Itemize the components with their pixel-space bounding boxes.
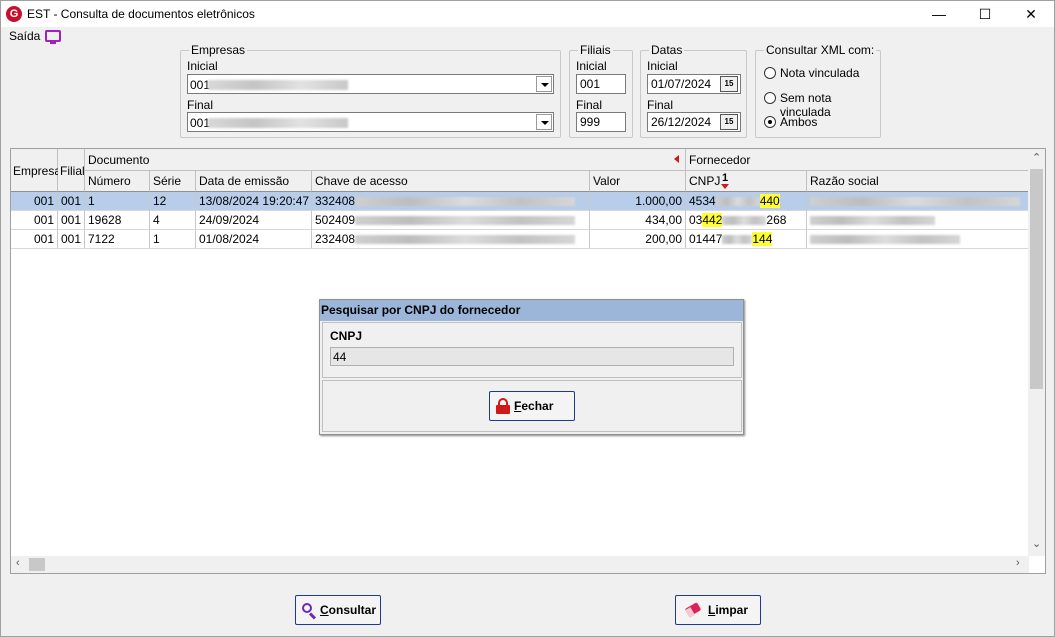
redacted-text [722, 235, 753, 245]
col-header-valor[interactable]: Valor [590, 171, 686, 192]
data-final-input[interactable]: 26/12/2024 15 [647, 112, 741, 132]
empresas-legend: Empresas [189, 43, 248, 57]
menu-bar: Saída [1, 27, 1054, 45]
chevron-down-icon[interactable] [536, 114, 552, 130]
redacted-text [810, 216, 935, 226]
vertical-scroll-thumb[interactable] [1030, 169, 1043, 389]
redacted-text [715, 197, 760, 207]
filiais-final-label: Final [576, 98, 603, 112]
sort-order-label: 1 [722, 172, 729, 184]
eraser-icon [684, 602, 702, 618]
filiais-final-input[interactable]: 999 [576, 112, 626, 132]
col-header-filial[interactable]: Filial [58, 149, 85, 192]
window-title: EST - Consulta de documentos eletrônicos [27, 7, 255, 21]
table-row[interactable]: 001 001 1 12 13/08/2024 19:20:47 332408 … [11, 192, 1029, 211]
cnpj-search-dialog: Pesquisar por CNPJ do fornecedor CNPJ 44… [319, 299, 744, 435]
cnpj-label: CNPJ [330, 329, 363, 343]
col-header-numero[interactable]: Número [85, 171, 150, 192]
dialog-title: Pesquisar por CNPJ do fornecedor [320, 300, 743, 321]
redacted-text [208, 118, 348, 128]
group-header-fornecedor: Fornecedor [686, 149, 1029, 171]
group-header-documento: Documento [85, 149, 686, 171]
empresas-final-label: Final [187, 98, 214, 112]
minimize-button[interactable]: — [916, 1, 962, 27]
empresas-inicial-label: Inicial [187, 59, 218, 73]
radio-ambos-label[interactable]: Ambos [780, 115, 817, 129]
xml-legend: Consultar XML com: [764, 43, 877, 57]
app-logo-icon: G [6, 6, 22, 22]
scroll-left-icon[interactable]: ‹ [16, 557, 20, 569]
redacted-text [355, 216, 576, 226]
datas-inicial-label: Inicial [647, 59, 678, 73]
menu-saida[interactable]: Saída [9, 29, 40, 43]
limpar-button[interactable]: Limpar [675, 595, 761, 625]
filiais-group: Filiais Inicial 001 Final 999 [569, 43, 633, 138]
redacted-text [208, 80, 348, 90]
vertical-scrollbar[interactable]: ⌃ ⌄ [1028, 149, 1045, 556]
table-row[interactable]: 001 001 7122 1 01/08/2024 232408 200,00 … [11, 230, 1029, 249]
datas-final-label: Final [647, 98, 674, 112]
close-button[interactable]: ✕ [1008, 1, 1054, 27]
radio-ambos[interactable] [764, 116, 776, 128]
consultar-button[interactable]: Consultar [295, 595, 381, 625]
fechar-button[interactable]: Fechar [489, 391, 575, 421]
collapse-arrow-icon[interactable] [674, 155, 679, 163]
radio-sem-nota-vinculada[interactable] [764, 92, 776, 104]
scroll-right-icon[interactable]: › [1016, 557, 1020, 569]
maximize-button[interactable]: ☐ [962, 1, 1008, 27]
lock-icon [495, 398, 511, 414]
empresas-final-combo[interactable]: 001 [187, 112, 554, 132]
xml-group: Consultar XML com: Nota vinculada Sem no… [755, 43, 881, 138]
table-row[interactable]: 001 001 19628 4 24/09/2024 502409 434,00… [11, 211, 1029, 230]
scroll-down-icon[interactable]: ⌄ [1032, 537, 1041, 550]
redacted-text [355, 197, 576, 207]
redacted-text [810, 235, 960, 245]
col-header-data-emissao[interactable]: Data de emissão [196, 171, 312, 192]
magnifier-icon [301, 602, 317, 620]
redacted-text [810, 197, 1020, 207]
calendar-icon[interactable]: 15 [720, 76, 738, 92]
col-header-razao-social[interactable]: Razão social [807, 171, 1029, 192]
sort-arrow-icon [721, 184, 729, 189]
radio-nota-vinculada-label[interactable]: Nota vinculada [780, 66, 859, 80]
data-inicial-input[interactable]: 01/07/2024 15 [647, 74, 741, 94]
empresas-group: Empresas Inicial 001 Final 001 [180, 43, 561, 138]
calendar-icon[interactable]: 15 [720, 114, 738, 130]
radio-nota-vinculada[interactable] [764, 67, 776, 79]
main-window: G EST - Consulta de documentos eletrônic… [0, 0, 1055, 637]
scroll-up-icon[interactable]: ⌃ [1032, 151, 1041, 164]
filiais-inicial-input[interactable]: 001 [576, 74, 626, 94]
redacted-text [355, 235, 576, 245]
redacted-text [722, 216, 767, 226]
dialog-button-panel: Fechar [322, 380, 742, 432]
horizontal-scrollbar[interactable]: ‹ › [11, 556, 1029, 573]
col-header-empresa[interactable]: Empresa [11, 149, 61, 192]
dialog-panel: CNPJ 44 [322, 322, 742, 378]
horizontal-scroll-thumb[interactable] [29, 558, 45, 571]
col-header-serie[interactable]: Série [150, 171, 196, 192]
title-bar: G EST - Consulta de documentos eletrônic… [1, 1, 1054, 27]
cnpj-search-input[interactable]: 44 [330, 347, 734, 366]
col-header-chave-acesso[interactable]: Chave de acesso [312, 171, 590, 192]
empresas-inicial-combo[interactable]: 001 [187, 74, 554, 94]
col-header-cnpj[interactable]: CNPJ 1 [686, 171, 807, 192]
filiais-inicial-label: Inicial [576, 59, 607, 73]
datas-legend: Datas [649, 43, 685, 57]
chevron-down-icon[interactable] [536, 76, 552, 92]
monitor-icon[interactable] [45, 30, 61, 44]
filiais-legend: Filiais [578, 43, 613, 57]
datas-group: Datas Inicial 01/07/2024 15 Final 26/12/… [640, 43, 747, 138]
